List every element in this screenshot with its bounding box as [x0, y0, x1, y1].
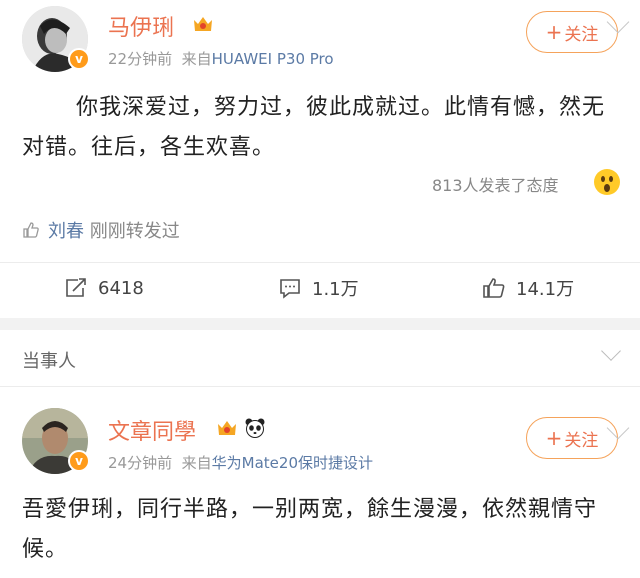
- surprised-emoji-icon[interactable]: [594, 169, 620, 195]
- post-meta: 22分钟前 来自HUAWEI P30 Pro: [108, 48, 334, 69]
- follow-button[interactable]: + 关注: [526, 417, 618, 459]
- verified-badge: v: [68, 48, 90, 70]
- source-prefix: 来自: [181, 50, 212, 68]
- thumbs-up-icon: [23, 222, 39, 238]
- attitude-count[interactable]: 813人发表了态度: [432, 172, 559, 196]
- post-time: 24分钟前: [108, 454, 173, 472]
- post-content: 你我深爱过，努力过，彼此成就过。此情有憾，然无对错。往后，各生欢喜。: [22, 95, 606, 160]
- comment-count: 1.1万: [312, 279, 359, 300]
- weibo-post-1: v 马伊琍 22分钟前 来自HUAWEI P30 Pro + 关注 你我深爱过，努…: [0, 0, 640, 318]
- like-count: 14.1万: [516, 279, 575, 300]
- post-source[interactable]: 华为Mate20保时捷设计: [212, 454, 373, 472]
- comment-icon: [280, 279, 300, 299]
- share-icon: [66, 278, 86, 297]
- comment-button[interactable]: 1.1万: [278, 266, 359, 310]
- section-title: 当事人: [22, 351, 76, 372]
- crown-icon: [194, 17, 212, 31]
- section-separator: [0, 318, 640, 330]
- follow-label: 关注: [564, 24, 599, 45]
- panda-icon: [245, 418, 265, 438]
- crown-icon: [218, 421, 236, 435]
- action-bar: 6418 1.1万 14.1万: [0, 266, 640, 310]
- repost-info: 刘春 刚刚转发过: [22, 217, 180, 243]
- repost-text: 刚刚转发过: [89, 221, 180, 242]
- share-count: 6418: [98, 277, 144, 299]
- post-time: 22分钟前: [108, 50, 173, 68]
- source-prefix: 来自: [181, 454, 212, 472]
- follow-label: 关注: [564, 430, 599, 451]
- author-name[interactable]: 文章同學: [108, 414, 196, 446]
- post-source[interactable]: HUAWEI P30 Pro: [212, 50, 334, 68]
- author-name[interactable]: 马伊琍: [108, 10, 174, 42]
- plus-icon: +: [545, 20, 563, 44]
- plus-icon: +: [545, 426, 563, 450]
- post-meta: 24分钟前 来自华为Mate20保时捷设计: [108, 452, 373, 473]
- divider: [0, 262, 640, 263]
- repost-user[interactable]: 刘春: [48, 221, 84, 242]
- like-button[interactable]: 14.1万: [482, 266, 574, 310]
- chevron-down-icon[interactable]: [601, 341, 621, 361]
- thumbs-up-icon: [483, 278, 505, 298]
- divider: [0, 386, 640, 387]
- follow-button[interactable]: + 关注: [526, 11, 618, 53]
- post-content: 吾愛伊琍，同行半路，一别两宽，餘生漫漫，依然親情守候。: [22, 497, 598, 562]
- share-button[interactable]: 6418: [64, 266, 144, 310]
- verified-badge: v: [68, 450, 90, 472]
